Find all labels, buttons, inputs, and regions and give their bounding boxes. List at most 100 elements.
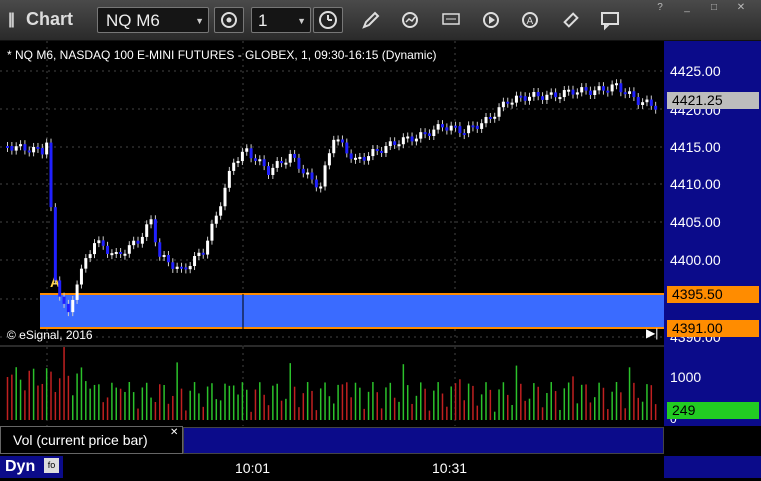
candle <box>58 280 62 297</box>
candle <box>175 266 179 269</box>
candle <box>584 87 588 91</box>
candle <box>314 179 318 188</box>
gear-icon <box>221 12 237 28</box>
candle <box>562 90 566 98</box>
candle <box>436 124 440 130</box>
candle <box>301 168 305 174</box>
candle <box>528 96 531 101</box>
link-icon[interactable] <box>560 9 582 31</box>
candle <box>641 102 645 105</box>
minimize-icon[interactable]: _ <box>680 2 694 14</box>
candle <box>149 219 153 225</box>
volume-current-tag: 249 <box>667 402 759 419</box>
candle <box>297 157 301 169</box>
candle <box>597 86 601 91</box>
chevron-down-icon[interactable]: ▼ <box>195 8 204 34</box>
candle <box>236 161 240 164</box>
candle <box>158 242 162 257</box>
candle <box>49 142 53 208</box>
candle <box>332 139 336 154</box>
symbol-input[interactable]: NQ M6 ▼ <box>97 7 209 33</box>
time-tick: 10:01 <box>235 460 271 476</box>
candle <box>10 146 14 151</box>
zone-low-tag: 4391.00 <box>667 320 759 337</box>
candle <box>249 148 253 159</box>
help-icon[interactable]: ? <box>653 2 667 14</box>
candle <box>101 240 105 246</box>
price-tick: 4410.00 <box>670 176 721 192</box>
grip-icon[interactable]: || <box>8 11 15 29</box>
candle <box>262 159 266 167</box>
candle <box>288 153 292 163</box>
close-icon[interactable]: ✕ <box>734 2 748 14</box>
candle <box>588 90 592 95</box>
toolbar: || Chart NQ M6 ▼ 1 ▼ A ? _ □ ✕ <box>0 0 761 41</box>
candle <box>615 83 618 86</box>
candle <box>523 96 527 101</box>
candle <box>410 136 414 142</box>
candle <box>514 95 518 103</box>
volume-legend-panel <box>183 427 664 454</box>
candle <box>6 146 9 148</box>
candle <box>106 245 110 254</box>
settings-button[interactable] <box>214 7 244 33</box>
svg-text:A: A <box>527 16 534 27</box>
candle <box>414 138 418 142</box>
comment-icon[interactable] <box>599 9 621 31</box>
candle <box>271 167 275 175</box>
candle <box>253 158 257 161</box>
candle <box>367 156 371 161</box>
interval-input[interactable]: 1 ▼ <box>251 7 311 33</box>
window-title: Chart <box>26 9 74 29</box>
candle <box>549 92 553 95</box>
volume-tick: 1000 <box>670 369 702 385</box>
candle <box>132 240 136 246</box>
candle <box>345 142 349 154</box>
chart-title: * NQ M6, NASDAQ 100 E-MINI FUTURES - GLO… <box>7 48 437 62</box>
candle <box>571 89 575 95</box>
refresh-chart-icon[interactable] <box>399 9 421 31</box>
candle <box>541 96 545 100</box>
candle <box>232 162 236 171</box>
candle <box>554 92 558 98</box>
clock-button[interactable] <box>313 7 343 33</box>
volume-legend[interactable]: Vol (current price bar) <box>0 426 183 454</box>
candle <box>488 117 492 120</box>
study-icon[interactable] <box>440 9 462 31</box>
maximize-icon[interactable]: □ <box>707 2 721 14</box>
candle <box>145 224 149 237</box>
candle <box>97 240 101 244</box>
candle <box>267 166 270 175</box>
candle <box>184 267 188 270</box>
candle <box>454 125 458 128</box>
candle <box>558 97 562 100</box>
chevron-down-icon[interactable]: ▼ <box>297 8 306 34</box>
lock-icon[interactable]: fo <box>44 458 59 473</box>
scroll-end-icon[interactable]: ▶| <box>646 326 658 340</box>
candle <box>423 132 427 135</box>
candle <box>388 141 392 147</box>
candle <box>384 146 388 153</box>
alert-icon[interactable]: A <box>519 9 541 31</box>
pencil-icon[interactable] <box>360 9 382 31</box>
candle <box>166 255 170 263</box>
zone-high-tag: 4395.50 <box>667 286 759 303</box>
candle <box>441 124 444 128</box>
candle <box>354 157 357 160</box>
candle <box>471 125 475 128</box>
candle <box>310 172 314 180</box>
candle <box>280 161 284 164</box>
candle <box>14 146 18 151</box>
candle <box>293 153 297 158</box>
candle <box>580 87 584 93</box>
price-zone <box>40 294 664 328</box>
candle <box>75 284 79 300</box>
chart-canvas[interactable]: A <box>0 41 664 426</box>
candle <box>623 92 627 95</box>
play-icon[interactable] <box>480 9 502 31</box>
candle <box>23 144 27 151</box>
close-icon[interactable]: ✕ <box>170 427 178 438</box>
time-axis[interactable] <box>0 454 761 481</box>
candle <box>180 266 183 269</box>
candle <box>645 99 649 103</box>
